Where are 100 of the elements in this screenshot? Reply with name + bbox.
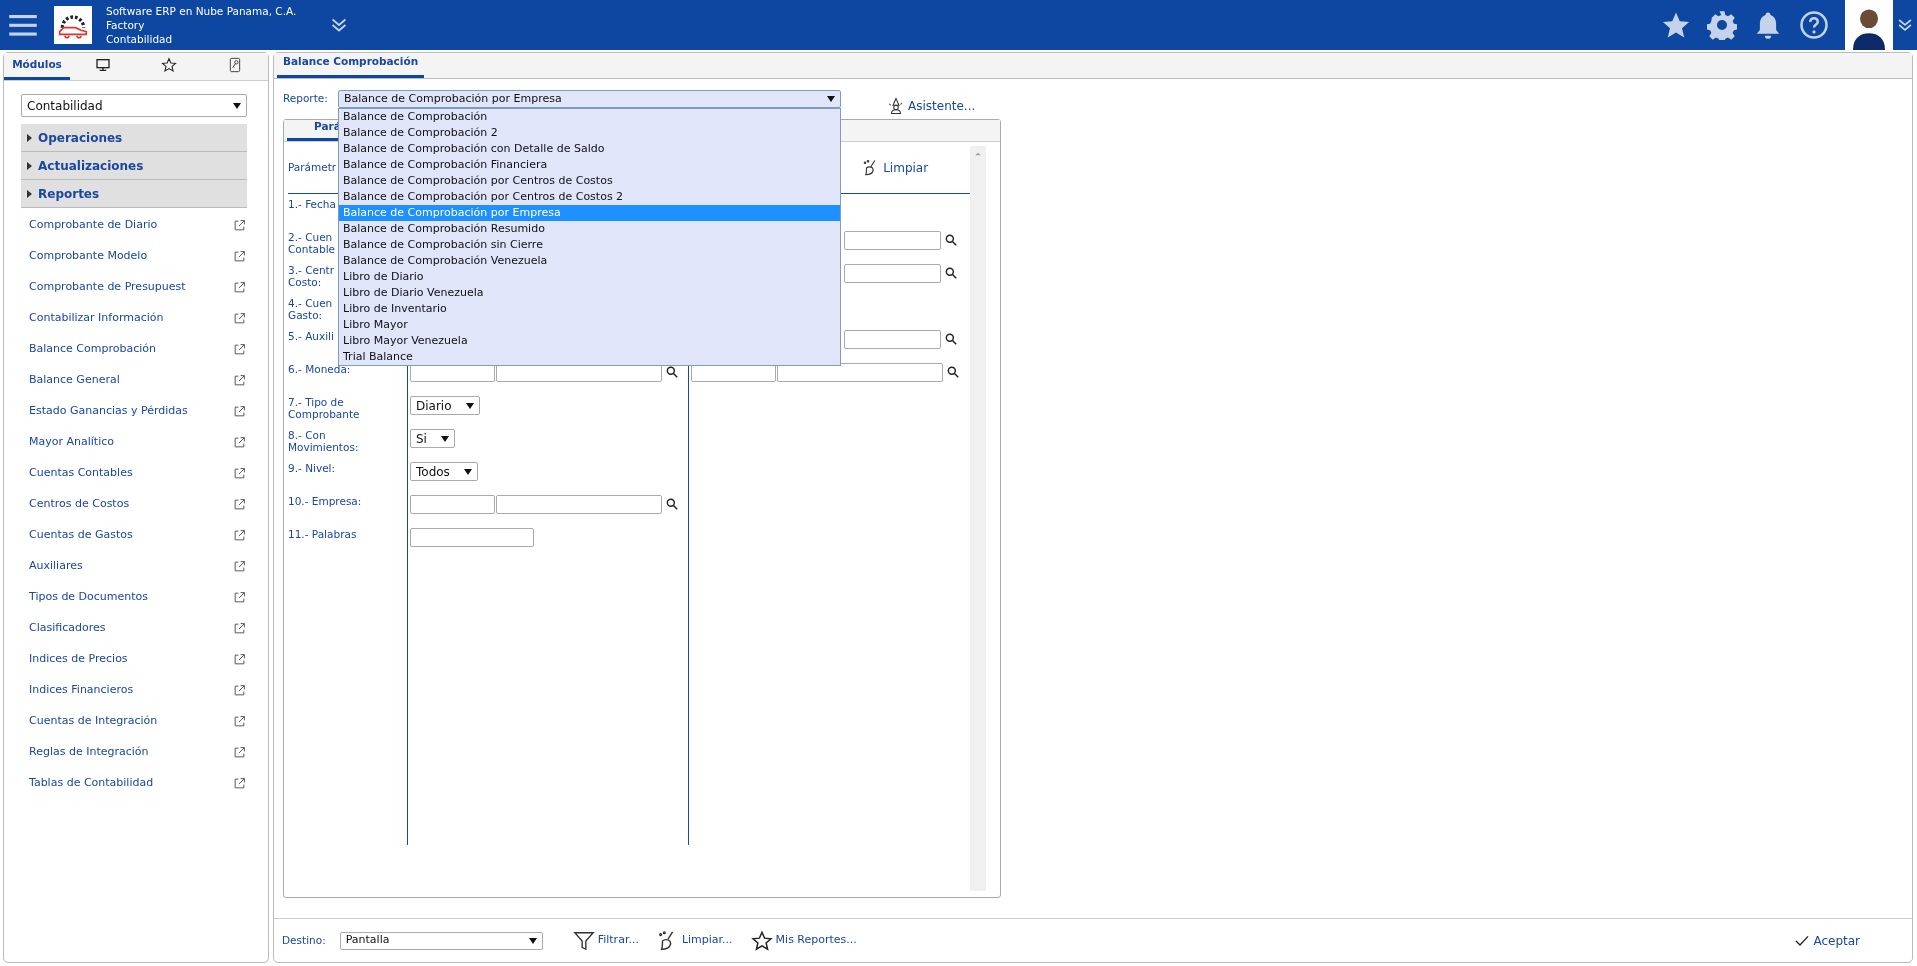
field-label: 3.- Centr Costo: — [288, 264, 335, 288]
report-select[interactable]: Balance de Comprobación por Empresa — [338, 90, 841, 108]
section-header[interactable]: Actualizaciones — [21, 152, 247, 180]
toolbar-button[interactable]: Filtrar... — [566, 929, 645, 952]
help-icon[interactable] — [1799, 10, 1829, 40]
sidebar-item[interactable]: Reglas de Integración — [4, 737, 268, 768]
main-tab[interactable]: Balance Comprobación — [277, 54, 425, 78]
clear-button[interactable]: Limpiar — [856, 158, 935, 177]
dropdown-option[interactable]: Libro de Diario — [339, 269, 840, 285]
external-link-icon — [233, 715, 246, 728]
code-field[interactable] — [410, 495, 495, 514]
sidebar-item[interactable]: Indices Financieros — [4, 675, 268, 706]
field-label: 10.- Empresa: — [288, 495, 362, 507]
dropdown-option[interactable]: Balance de Comprobación por Centros de Costos 2 — [339, 189, 840, 205]
external-link-icon — [233, 653, 246, 666]
search-icon[interactable] — [944, 266, 958, 280]
external-link-icon — [233, 436, 246, 449]
dropdown-option[interactable]: Balance de Comprobación Financiera — [339, 157, 840, 173]
search-icon[interactable] — [665, 365, 679, 379]
toolbar-button[interactable]: Limpiar... — [650, 929, 739, 952]
dropdown-option[interactable]: Balance de Comprobación por Centros de Costos — [339, 173, 840, 189]
search-icon[interactable] — [944, 332, 958, 346]
sidebar-item[interactable]: Centros de Costos — [4, 489, 268, 520]
sidebar-item[interactable]: Cuentas de Gastos — [4, 520, 268, 551]
sidebar-item[interactable]: Balance Comprobación — [4, 334, 268, 365]
external-link-icon — [233, 529, 246, 542]
sidebar-item[interactable]: Comprobante de Diario — [4, 210, 268, 241]
external-link-icon — [233, 591, 246, 604]
sidebar-item[interactable]: Cuentas Contables — [4, 458, 268, 489]
field-label: 11.- Palabras — [288, 528, 357, 540]
avatar-silhouette[interactable] — [1845, 0, 1893, 50]
destination-select[interactable]: Pantalla — [339, 931, 543, 950]
sidebar-item[interactable]: Contabilizar Información — [4, 303, 268, 334]
dropdown-option[interactable]: Balance de Comprobación sin Cierre — [339, 237, 840, 253]
external-link-icon — [233, 467, 246, 480]
star-icon — [161, 57, 177, 73]
module-select[interactable]: Contabilidad — [21, 94, 247, 117]
dropdown-option[interactable]: Balance de Comprobación con Detalle de Saldo — [339, 141, 840, 157]
name-field[interactable] — [844, 330, 941, 349]
external-link-icon — [233, 560, 246, 573]
external-link-icon — [233, 777, 246, 790]
select-field[interactable]: Todos — [410, 462, 478, 481]
external-link-icon — [233, 343, 246, 356]
external-link-icon — [233, 405, 246, 418]
dropdown-option[interactable]: Libro Mayor — [339, 317, 840, 333]
dropdown-option[interactable]: Balance de Comprobación Resumido — [339, 221, 840, 237]
name-field[interactable] — [777, 363, 943, 382]
field-label: 8.- Con Movimientos: — [288, 429, 359, 453]
accept-button[interactable]: Aceptar — [1788, 931, 1866, 950]
sidebar-item[interactable]: Comprobante Modelo — [4, 241, 268, 272]
select-field[interactable]: Diario — [410, 396, 480, 415]
scrollbar[interactable] — [970, 146, 986, 891]
external-link-icon — [233, 374, 246, 387]
search-icon[interactable] — [946, 365, 960, 379]
external-link-icon — [233, 219, 246, 232]
dropdown-option[interactable]: Balance de Comprobación Venezuela — [339, 253, 840, 269]
sidebar-item[interactable]: Comprobante de Presupuest — [4, 272, 268, 303]
external-link-icon — [233, 746, 246, 759]
search-icon[interactable] — [944, 233, 958, 247]
name-field[interactable] — [844, 264, 941, 283]
dropdown-option[interactable]: Libro de Diario Venezuela — [339, 285, 840, 301]
field-label: 9.- Nivel: — [288, 462, 336, 474]
text-field[interactable] — [410, 528, 534, 547]
star-icon — [750, 929, 773, 952]
sidebar-item[interactable]: Tablas de Contabilidad — [4, 768, 268, 799]
dropdown-option[interactable]: Libro de Inventario — [339, 301, 840, 317]
sidebar-item[interactable]: Cuentas de Integración — [4, 706, 268, 737]
name-field[interactable] — [844, 231, 941, 250]
filter-icon — [572, 929, 595, 952]
report-label: Reporte: — [283, 91, 329, 107]
dropdown-option[interactable]: Libro Mayor Venezuela — [339, 333, 840, 349]
section-header[interactable]: Operaciones — [21, 124, 247, 152]
assistant-button[interactable]: Asistente... — [881, 97, 982, 115]
sidebar-item[interactable]: Balance General — [4, 365, 268, 396]
sidebar-item[interactable]: Mayor Analítico — [4, 427, 268, 458]
key-icon — [227, 57, 243, 73]
wizard-icon — [887, 97, 905, 115]
monitor-icon — [95, 57, 111, 73]
toolbar-button[interactable]: Mis Reportes... — [744, 929, 863, 952]
sidebar-item[interactable]: Clasificadores — [4, 613, 268, 644]
field-label: 4.- Cuen Gasto: — [288, 297, 333, 321]
header-text: Software ERP en Nube Panama, C.A. — [106, 4, 298, 18]
sidebar-item[interactable]: Auxiliares — [4, 551, 268, 582]
field-label: 6.- Moneda: — [288, 363, 351, 375]
sidebar-item[interactable]: Estado Ganancias y Pérdidas — [4, 396, 268, 427]
external-link-icon — [233, 684, 246, 697]
field-label: 2.- Cuen Contable — [288, 231, 335, 255]
dropdown-option[interactable]: Trial Balance — [339, 349, 840, 365]
sidebar-item[interactable]: Indices de Precios — [4, 644, 268, 675]
field-label: 1.- Fecha — [288, 198, 336, 210]
header-text: Contabilidad — [106, 32, 174, 46]
field-label: 7.- Tipo de Comprobante — [288, 396, 360, 420]
section-header[interactable]: Reportes — [21, 180, 247, 208]
destination-label: Destino: — [282, 932, 326, 948]
sidebar-item[interactable]: Tipos de Documentos — [4, 582, 268, 613]
select-field[interactable]: Si — [410, 429, 455, 448]
search-icon[interactable] — [665, 497, 679, 511]
settings-icon[interactable] — [1707, 10, 1737, 40]
name-field[interactable] — [496, 495, 662, 514]
external-link-icon — [233, 281, 246, 294]
